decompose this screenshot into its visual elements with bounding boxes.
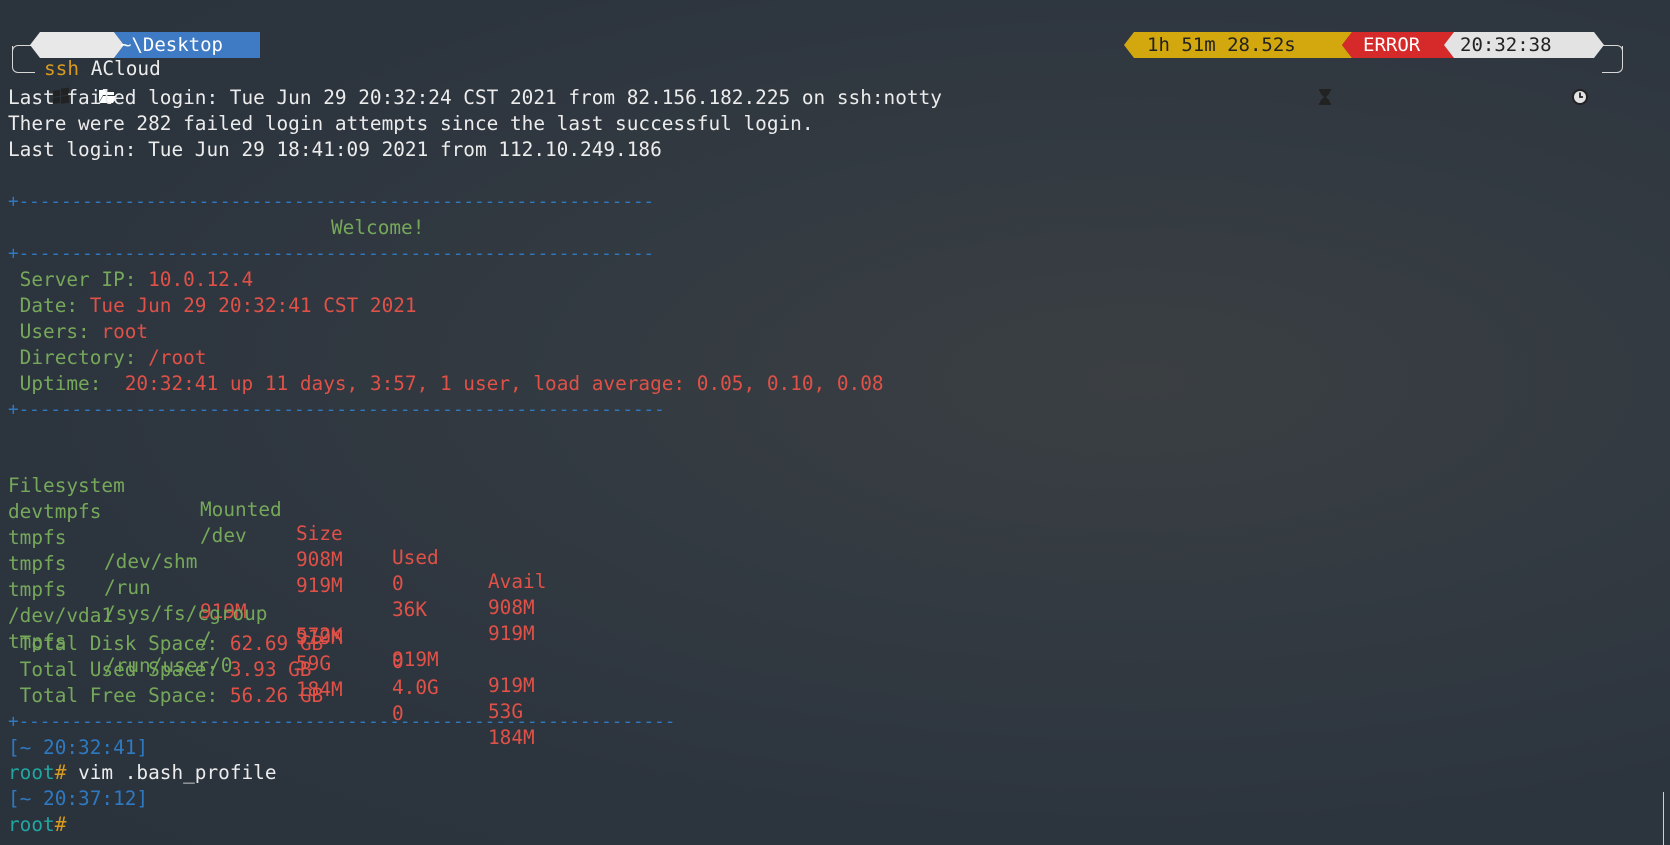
table-row: tmpfs /sys/fs/cgroup 919M 0 919M: [8, 554, 535, 697]
directory-value: /root: [148, 346, 207, 369]
total-disk-label: Total Disk Space:: [8, 632, 230, 655]
last-login: Last login: Tue Jun 29 18:41:09 2021 fro…: [8, 138, 662, 161]
header-mounted: Mounted: [200, 498, 282, 521]
uptime-label: Uptime:: [8, 372, 125, 395]
server-ip-label: Server IP:: [8, 268, 149, 291]
total-disk-line: Total Disk Space: 62.69 GB: [8, 632, 324, 656]
row-mount: /dev/shm: [104, 550, 198, 573]
shell-prompt-line: root# vim .bash_profile: [8, 761, 277, 785]
total-free-label: Total Free Space:: [8, 684, 230, 707]
uptime-line: Uptime: 20:32:41 up 11 days, 3:57, 1 use…: [8, 372, 884, 396]
table-row: devtmpfs /dev 908M 0 908M: [8, 476, 535, 619]
welcome-text: Welcome!: [331, 216, 425, 239]
row-size: 908M: [296, 548, 343, 571]
command-duration: 1h 51m 28.52s: [1147, 34, 1296, 56]
total-disk-value: 62.69 GB: [229, 632, 324, 655]
typed-command: vim .bash_profile: [66, 761, 277, 784]
last-failed-login: Last failed login: Tue Jun 29 20:32:24 C…: [8, 86, 942, 109]
prompt-timestamp: [~ 20:32:41]: [8, 736, 149, 759]
server-ip-value: 10.0.12.4: [148, 268, 254, 291]
banner-rule-top: +---------------------------------------…: [8, 192, 655, 212]
users-value: root: [101, 320, 149, 343]
status-badge: ERROR: [1363, 34, 1421, 56]
date-line: Date: Tue Jun 29 20:32:41 CST 2021: [8, 294, 417, 318]
row-mount: /run: [104, 576, 151, 599]
date-value: Tue Jun 29 20:32:41 CST 2021: [89, 294, 417, 317]
row-used: 0: [392, 572, 404, 595]
users-line: Users: root: [8, 320, 148, 344]
prompt-path: ~\Desktop: [120, 34, 223, 56]
uptime-value: 20:32:41 up 11 days, 3:57, 1 user, load …: [124, 372, 884, 395]
server-ip-line: Server IP: 10.0.12.4: [8, 268, 254, 292]
command-argument: ACloud: [90, 57, 161, 80]
total-free-value: 56.26 GB: [229, 684, 324, 707]
clock-icon: [1571, 36, 1594, 105]
prompt-timestamp: [~ 20:37:12]: [8, 787, 149, 810]
table-row: tmpfs /dev/shm 919M 36K 919M: [8, 502, 535, 645]
table-row: tmpfs /run/user/0 184M 0 184M: [8, 606, 535, 749]
prompt-hash: #: [54, 761, 67, 784]
disk-table-header: Filesystem Mounted Size Used Avail: [8, 450, 546, 593]
prompt-frame-right: [1602, 46, 1623, 73]
banner-rule-bottom: +---------------------------------------…: [8, 712, 676, 732]
row-size: 919M: [296, 574, 343, 597]
prompt-hash: #: [54, 813, 67, 836]
total-free-line: Total Free Space: 56.26 GB: [8, 684, 324, 708]
header-used: Used: [392, 546, 439, 569]
row-used: 4.0G: [392, 676, 439, 699]
prompt-user: root: [8, 761, 55, 784]
row-used: 0: [392, 650, 404, 673]
hourglass-icon: [1318, 36, 1341, 105]
path-segment-tip: [244, 32, 254, 58]
total-used-value: 3.93 GB: [229, 658, 312, 681]
row-avail: 919M: [488, 622, 535, 645]
table-row: /dev/vda1 / 59G 4.0G 53G: [8, 580, 523, 723]
row-avail: 919M: [488, 674, 535, 697]
date-label: Date:: [8, 294, 90, 317]
prompt-time: 20:32:38: [1460, 34, 1552, 56]
prompt-user: root: [8, 813, 55, 836]
row-used: 36K: [392, 598, 428, 621]
header-size: Size: [296, 522, 343, 545]
directory-label: Directory:: [8, 346, 149, 369]
header-avail: Avail: [488, 570, 547, 593]
shell-prompt-line-active[interactable]: root#: [8, 813, 66, 837]
users-label: Users:: [8, 320, 102, 343]
total-used-label: Total Used Space:: [8, 658, 230, 681]
row-mount: /dev: [200, 524, 247, 547]
directory-line: Directory: /root: [8, 346, 207, 370]
failed-attempts: There were 282 failed login attempts sin…: [8, 112, 814, 135]
banner-rule-info-bottom: +---------------------------------------…: [8, 400, 665, 420]
command-keyword: ssh: [44, 57, 80, 80]
ssh-command-line: ssh ACloud: [44, 57, 161, 81]
banner-rule-mid: +---------------------------------------…: [8, 244, 655, 264]
row-mount: /sys/fs/cgroup: [104, 602, 268, 625]
row-avail: 908M: [488, 596, 535, 619]
total-used-line: Total Used Space: 3.93 GB: [8, 658, 312, 682]
scrollbar-edge[interactable]: [1663, 792, 1670, 845]
table-row: tmpfs /run 919M 572K 919M: [8, 528, 439, 671]
